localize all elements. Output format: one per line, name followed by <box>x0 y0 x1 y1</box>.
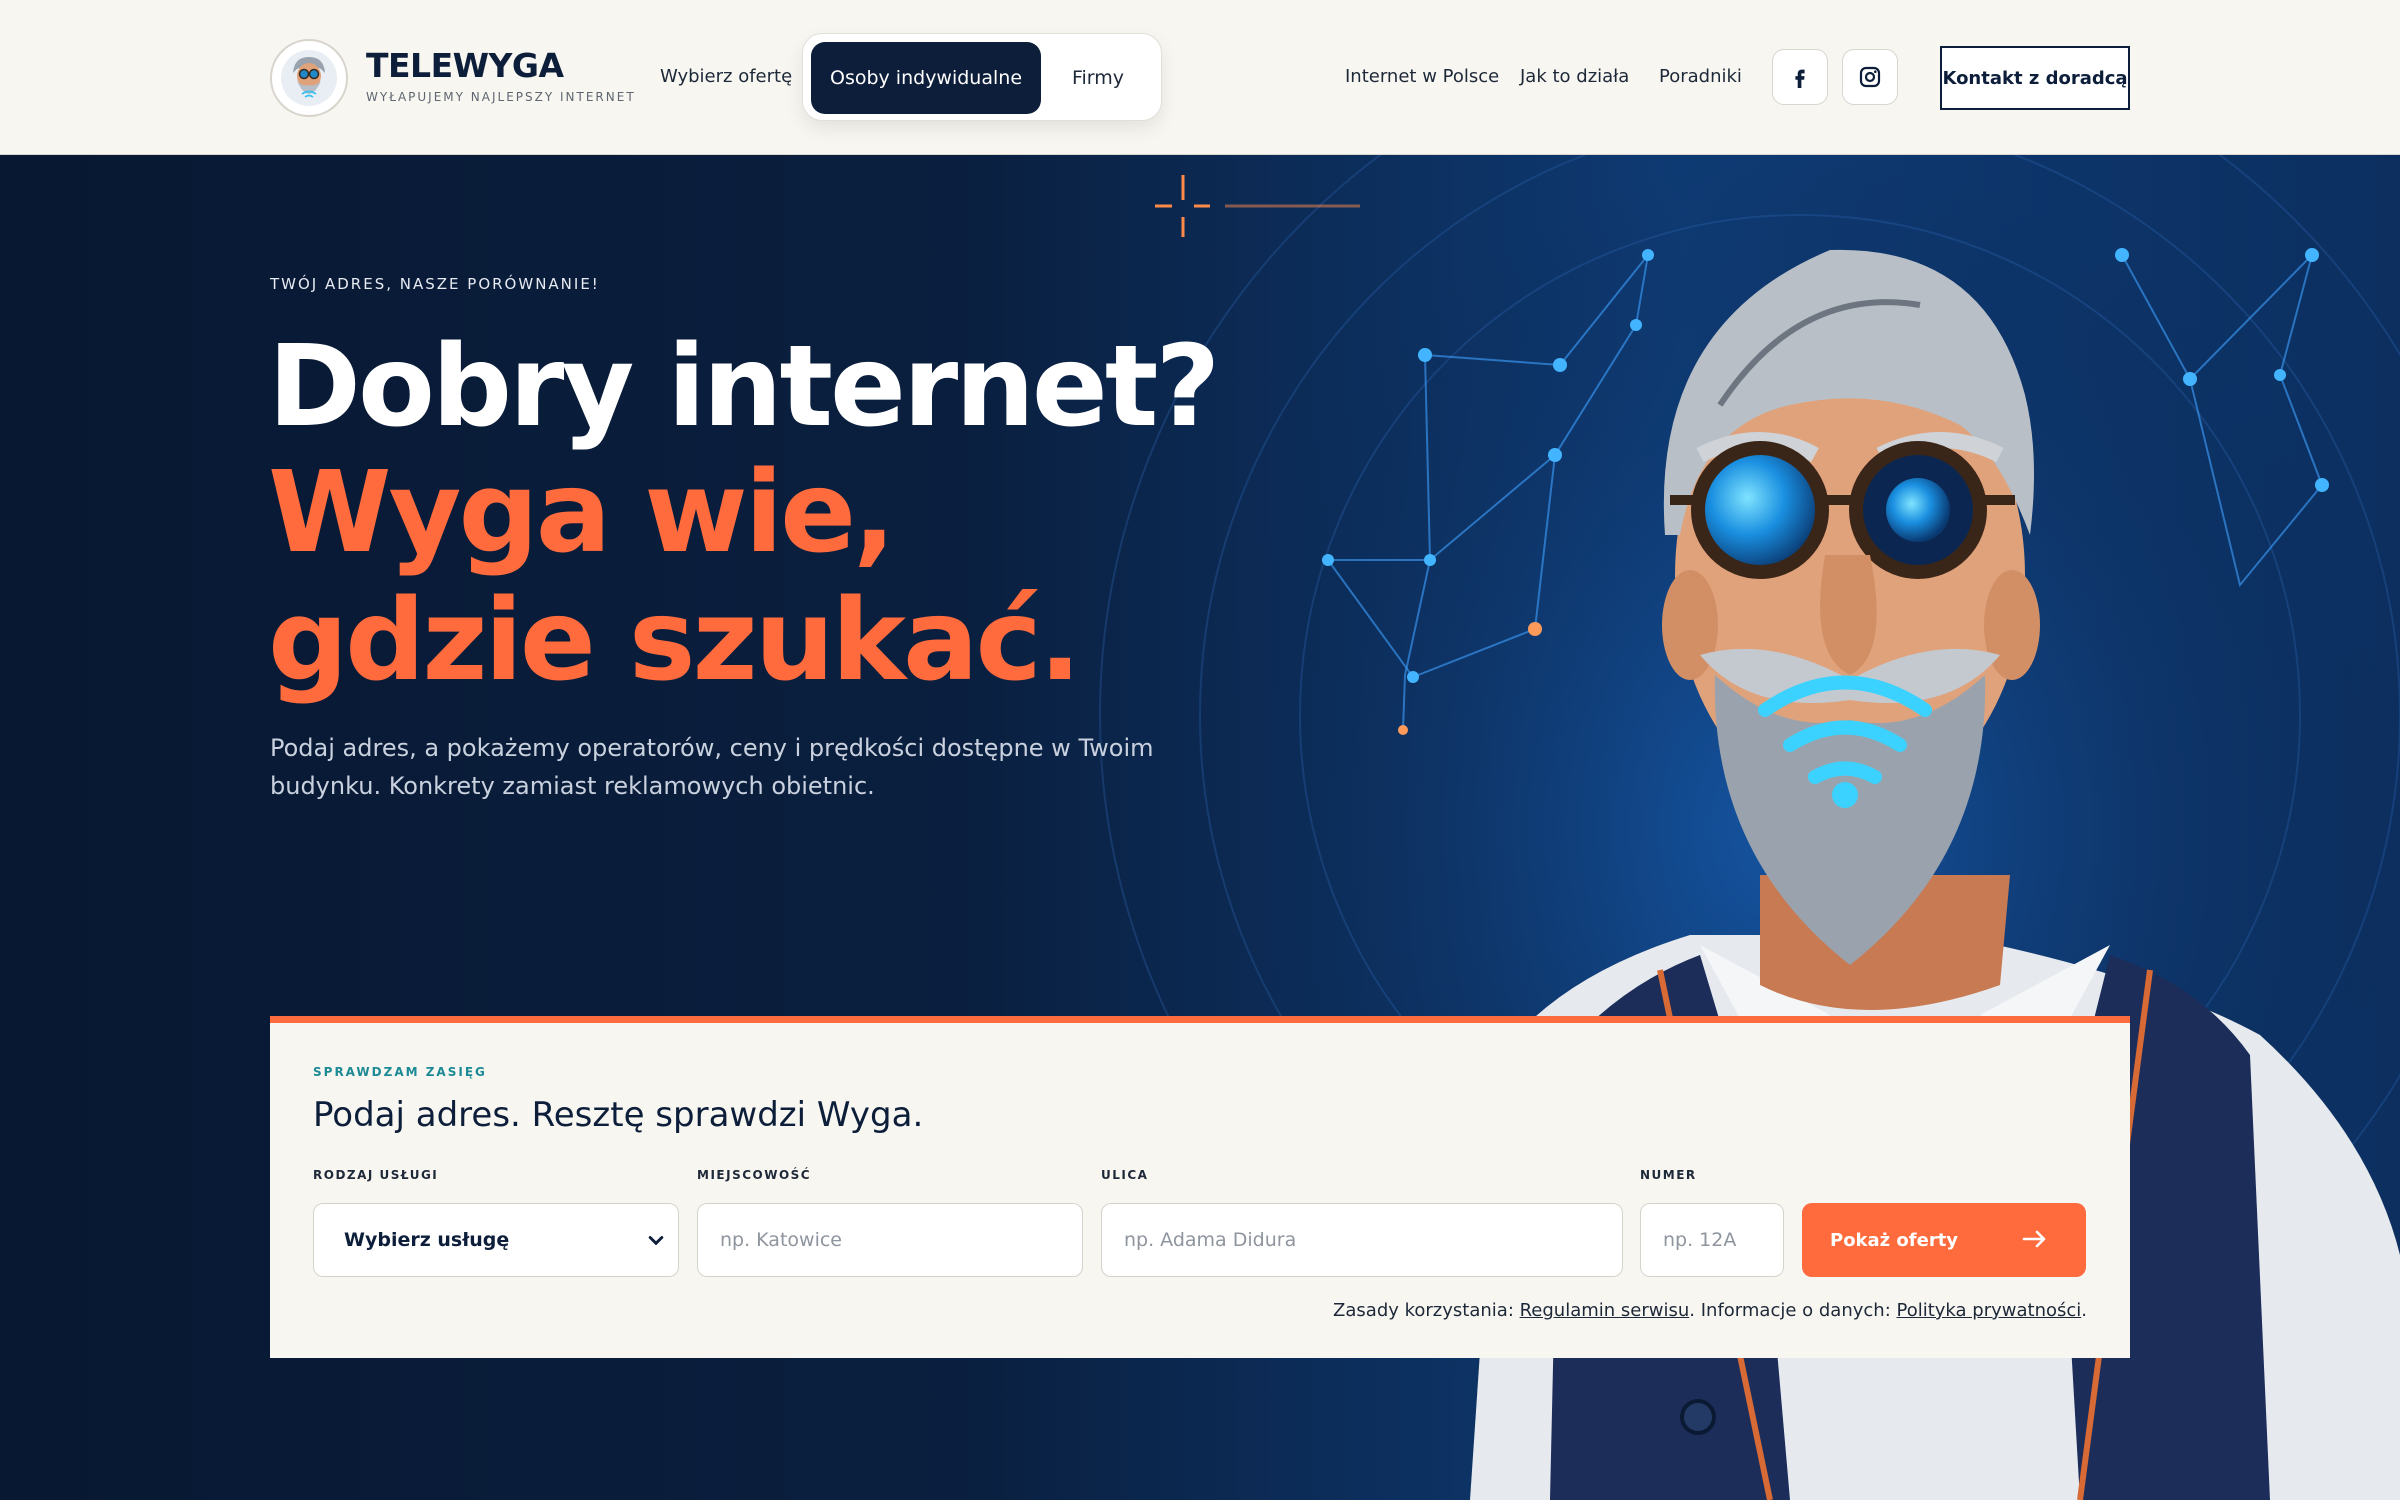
brand-name: TELEWYGA <box>366 46 564 85</box>
chevron-down-icon <box>642 1227 670 1260</box>
facebook-icon[interactable] <box>1772 49 1828 105</box>
nav-internet-in-poland[interactable]: Internet w Polsce <box>1345 66 1499 87</box>
street-label: ULICA <box>1101 1168 1149 1182</box>
number-input[interactable]: np. 12A <box>1640 1203 1784 1277</box>
legal-suffix: . <box>2081 1300 2087 1321</box>
legal-prefix: Zasady korzystania: <box>1333 1300 1520 1321</box>
street-placeholder: np. Adama Didura <box>1124 1229 1297 1251</box>
brand-tagline: WYŁAPUJEMY NAJLEPSZY INTERNET <box>366 90 636 104</box>
city-placeholder: np. Katowice <box>720 1229 842 1251</box>
search-title: Podaj adres. Resztę sprawdzi Wyga. <box>313 1095 924 1135</box>
hero-headline-white: Dobry internet? <box>268 322 1220 452</box>
show-offers-button[interactable]: Pokaż oferty <box>1802 1203 2086 1277</box>
privacy-policy-link[interactable]: Polityka prywatności <box>1896 1300 2081 1321</box>
legal-middle: . Informacje o danych: <box>1689 1300 1897 1321</box>
hero-description: Podaj adres, a pokażemy operatorów, ceny… <box>270 734 1154 801</box>
instagram-icon[interactable] <box>1842 49 1898 105</box>
contact-advisor-button[interactable]: Kontakt z doradcą <box>1940 46 2130 110</box>
segment-business[interactable]: Firmy <box>1041 42 1155 114</box>
hero-headline-orange: Wyga wie, gdzie szukać. <box>268 448 1081 706</box>
customer-type-toggle: Osoby indywidualne Firmy <box>802 33 1162 121</box>
hero-eyebrow: TWÓJ ADRES, NASZE PORÓWNANIE! <box>270 275 600 293</box>
show-offers-label: Pokaż oferty <box>1830 1229 1959 1251</box>
wyga-logo[interactable] <box>270 39 348 117</box>
site-header: TELEWYGA WYŁAPUJEMY NAJLEPSZY INTERNET W… <box>0 0 2400 155</box>
service-type-select[interactable]: Wybierz usługę <box>313 1203 679 1277</box>
segment-individuals[interactable]: Osoby indywidualne <box>811 42 1041 114</box>
city-label: MIEJSCOWOŚĆ <box>697 1168 812 1182</box>
city-input[interactable]: np. Katowice <box>697 1203 1083 1277</box>
legal-notice: Zasady korzystania: Regulamin serwisu. I… <box>1333 1300 2087 1321</box>
street-input[interactable]: np. Adama Didura <box>1101 1203 1623 1277</box>
nav-how-it-works[interactable]: Jak to działa <box>1520 66 1629 87</box>
address-search-card: SPRAWDZAM ZASIĘG Podaj adres. Resztę spr… <box>270 1016 2130 1358</box>
choose-offer-label: Wybierz ofertę <box>660 66 793 87</box>
number-placeholder: np. 12A <box>1663 1229 1737 1251</box>
arrow-right-icon <box>2022 1229 2048 1254</box>
search-eyebrow: SPRAWDZAM ZASIĘG <box>313 1065 487 1079</box>
nav-guides[interactable]: Poradniki <box>1659 66 1742 87</box>
number-label: NUMER <box>1640 1168 1697 1182</box>
terms-link[interactable]: Regulamin serwisu <box>1520 1300 1690 1321</box>
service-type-value: Wybierz usługę <box>344 1229 510 1251</box>
service-type-label: RODZAJ USŁUGI <box>313 1168 439 1182</box>
